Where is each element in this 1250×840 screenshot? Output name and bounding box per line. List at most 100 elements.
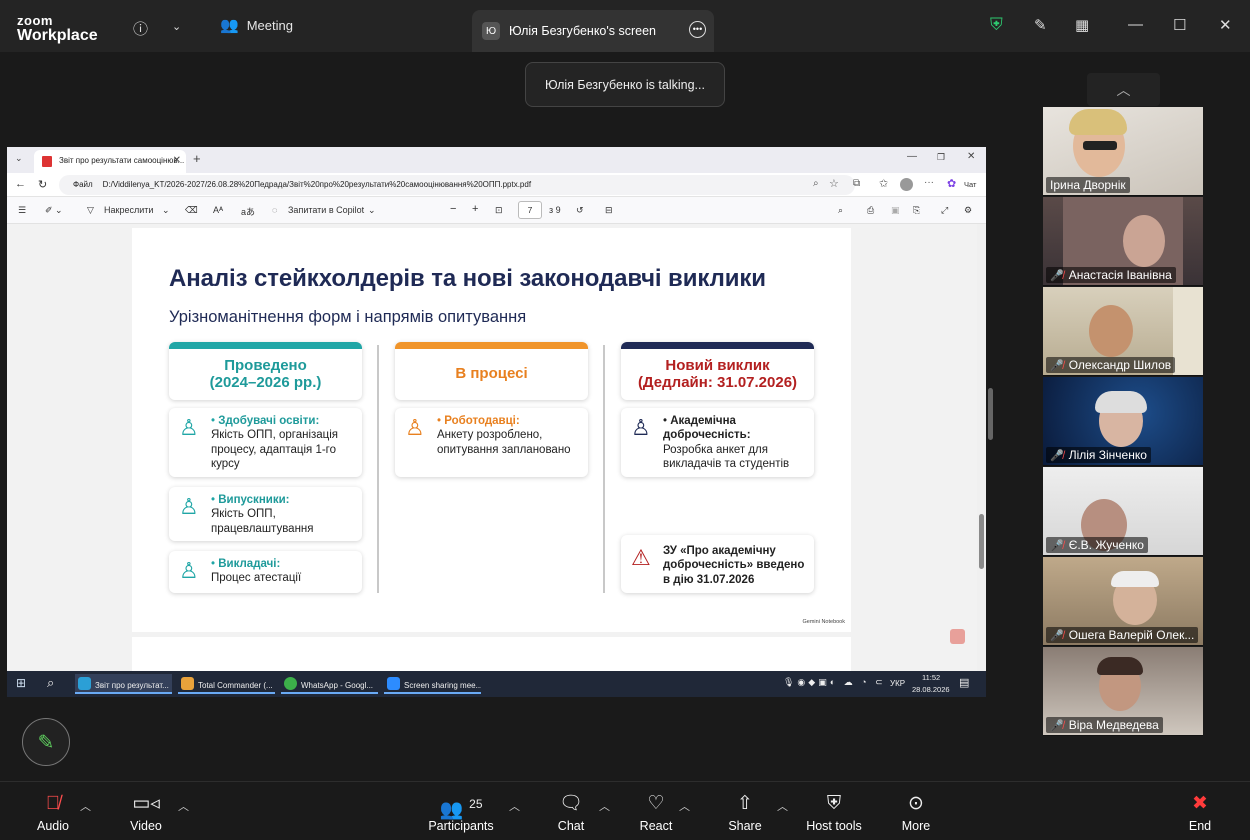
col2-header-text: В процесі [455,365,528,383]
screen-share-tab[interactable]: Ю Юлія Безгубенко's screen ••• [472,10,714,52]
shield-icon[interactable]: ⛨ [990,15,1003,35]
react-button[interactable]: ♡ React [636,792,676,833]
participant-tile[interactable]: 🎤̸ Віра Медведева [1043,647,1203,736]
read-aloud-icon[interactable]: aあ [241,205,255,218]
url-prefix: Файл [73,180,93,189]
chevron-down-icon[interactable]: ⌄ [172,20,181,33]
share-options-icon[interactable]: ︿ [777,798,788,814]
new-tab-icon[interactable]: + [193,151,201,166]
favorites-icon[interactable]: ✩ [879,177,888,190]
share-button[interactable]: ⇧ Share [724,792,766,833]
zoom-out-icon[interactable]: − [450,203,456,215]
magic-wand-icon[interactable]: ✎ [1034,16,1047,34]
chat-options-icon[interactable]: ︿ [599,798,610,814]
refresh-icon[interactable]: ↻ [38,178,47,191]
participant-tile[interactable]: 🎤̸ Анастасія Іванівна [1043,197,1203,286]
participant-tile[interactable]: 🎤̸ Лілія Зінченко [1043,377,1203,466]
windows-start-icon[interactable]: ⊞ [16,676,26,690]
annotate-pencil-icon[interactable]: ✎ [22,718,70,766]
more-button[interactable]: ⊙ More [896,792,936,833]
clock-date[interactable]: 28.08.2026 [912,685,950,694]
browser-minimize-icon[interactable]: — [907,151,917,162]
save-as-icon[interactable]: ⎘ [913,205,920,216]
back-icon[interactable]: ← [15,178,26,190]
browser-tab[interactable]: Звіт про результати самооцінюв... ✕ [34,150,186,173]
info-icon[interactable]: ⓘ [133,18,148,39]
participant-tile[interactable]: 🎤̸ Олександр Шилов [1043,287,1203,376]
edge-icon [78,677,91,690]
video-button[interactable]: ▭◃ Video [125,792,167,833]
notifications-icon[interactable]: ▤ [959,676,969,689]
browser-close-icon[interactable]: ✕ [967,151,975,162]
settings-icon[interactable]: ⚙ [964,205,972,216]
chevron-up-icon[interactable]: ︿ [1087,73,1160,106]
participant-tile[interactable]: 🎤̸ Є.В. Жученко [1043,467,1203,556]
zoom-in-icon[interactable]: + [472,203,478,215]
contents-icon[interactable]: ☰ [18,205,26,216]
copilot-dropdown-icon[interactable]: ⌄ [368,205,376,216]
draw-button[interactable]: Накреслити [104,205,153,215]
ask-copilot-button[interactable]: Запитати в Copilot [288,205,364,215]
extensions-icon[interactable]: ⧉ [853,178,860,189]
react-options-icon[interactable]: ︿ [679,798,690,814]
card2-title: Випускники: [218,494,290,506]
host-tools-button[interactable]: ⛨ Host tools [804,792,864,833]
draw-dropdown-icon[interactable]: ⌄ [162,205,170,216]
page-number-input[interactable]: 7 [518,201,542,219]
profile-icon[interactable] [900,178,913,191]
participants-count: 25 [469,797,483,811]
participants-options-icon[interactable]: ︿ [509,798,520,814]
print-icon[interactable]: ⎙ [867,205,874,216]
end-button[interactable]: ✖ End [1180,792,1220,833]
tray-icons[interactable]: 🎙◉◆▣◐ ☁ ◔ ⊂ [783,677,886,688]
chat-button[interactable]: 🗨 Chat [552,792,590,833]
fit-page-icon[interactable]: ⊡ [495,205,503,216]
meeting-tab[interactable]: 👥 Meeting [220,16,293,34]
favorite-icon[interactable]: ☆ [829,177,839,190]
more-options-icon[interactable]: ••• [689,21,706,38]
draw-icon[interactable]: ▽ [87,205,94,216]
taskbar-item-edge[interactable]: Звіт про результат... [75,674,172,694]
more-icon: ⊙ [908,793,924,814]
video-hair [1111,571,1159,587]
layout-icon[interactable]: ▦ [1075,16,1089,34]
acrobat-icon[interactable] [950,629,965,644]
panel-resize-handle[interactable] [988,388,993,440]
copilot-label[interactable]: Чат [964,180,976,189]
copilot-icon[interactable]: ✿ [947,177,956,190]
audio-options-icon[interactable]: ︿ [80,798,91,814]
page-view-icon[interactable]: ⊟ [605,205,613,216]
language-indicator[interactable]: УКР [890,679,905,688]
search-icon[interactable]: ⌕ [838,205,843,216]
eraser-icon[interactable]: ⌫ [185,205,198,216]
text-size-icon[interactable]: Aᴬ [213,205,223,215]
talking-indicator: Юлія Безгубенко is talking... [525,62,725,107]
clock-time[interactable]: 11:52 [922,673,940,682]
audio-button[interactable]: 🎙̸ Audio [32,792,74,833]
taskbar-item-whatsapp[interactable]: WhatsApp - Googl... [281,674,378,694]
participant-tile[interactable]: 🎤̸ Ошега Валерій Олек... [1043,557,1203,646]
shared-screen: ⌄ Звіт про результати самооцінюв... ✕ + … [7,147,986,697]
participants-button[interactable]: 👥 25 Participants [428,792,494,833]
taskbar-item-totalcmd[interactable]: Total Commander (... [178,674,275,694]
video-options-icon[interactable]: ︿ [178,798,189,814]
close-icon[interactable]: ✕ [1219,16,1232,34]
pdf-scrollbar[interactable] [977,224,986,671]
browser-restore-icon[interactable]: ❐ [937,152,945,163]
taskbar-search-icon[interactable]: ⌕ [47,675,54,691]
fullscreen-icon[interactable]: ⤢ [941,205,948,216]
maximize-icon[interactable]: ☐ [1173,16,1186,34]
close-tab-icon[interactable]: ✕ [173,155,181,166]
save-icon[interactable]: ▣ [891,205,900,216]
copilot-small-icon[interactable]: ◌ [272,205,277,215]
url-field[interactable]: Файл D:/Viddilenya_KT/2026-2027/26.08.28%… [59,175,855,195]
taskbar-item-zoom[interactable]: Screen sharing mee... [384,674,481,694]
zoom-icon[interactable]: ⌕ [813,178,819,189]
minimize-icon[interactable]: — [1128,16,1143,33]
highlight-icon[interactable]: ✐ ⌄ [45,205,63,216]
scroll-thumb[interactable] [979,514,984,569]
participant-tile[interactable]: Ірина Дворнік [1043,107,1203,196]
tab-list-icon[interactable]: ⌄ [15,153,23,164]
menu-icon[interactable]: ··· [924,177,934,188]
rotate-icon[interactable]: ↺ [576,205,584,216]
